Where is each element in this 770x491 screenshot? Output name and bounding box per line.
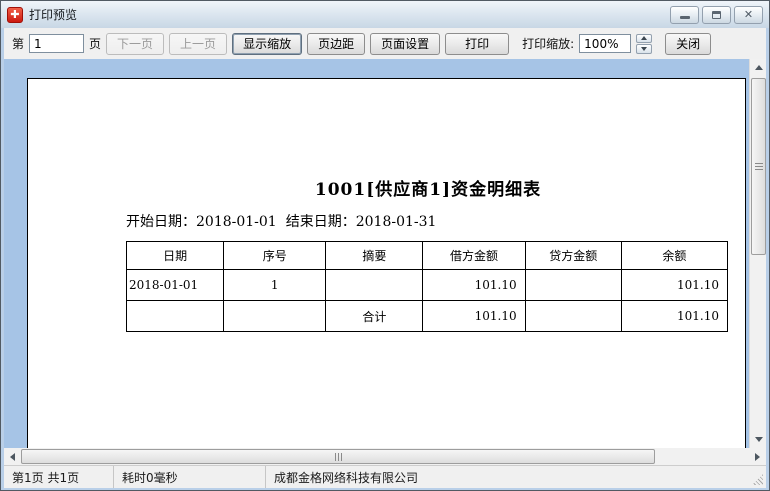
elapsed-status: 耗时0毫秒 xyxy=(114,466,266,488)
close-preview-button[interactable]: 关闭 xyxy=(665,33,711,55)
table-cell xyxy=(127,301,224,332)
prev-page-button[interactable]: 上一页 xyxy=(169,33,227,55)
table-cell xyxy=(525,270,621,301)
report-content: 1001[供应商1]资金明细表 开始日期：2018-01-01结束日期：2018… xyxy=(126,175,730,332)
table-cell xyxy=(326,270,423,301)
scroll-up-icon xyxy=(755,65,763,70)
print-zoom-input[interactable] xyxy=(579,34,631,53)
window-content: 第 页 下一页 上一页 显示缩放 页边距 页面设置 打印 打印缩放: 关闭 10… xyxy=(4,28,766,488)
window-title: 打印预览 xyxy=(29,6,77,23)
scroll-up-button[interactable] xyxy=(750,59,766,76)
table-header-cell: 序号 xyxy=(224,242,326,270)
page-status: 第1页 共1页 xyxy=(4,466,114,488)
spin-up-icon xyxy=(641,36,647,40)
next-page-button[interactable]: 下一页 xyxy=(106,33,164,55)
table-header-cell: 贷方金额 xyxy=(525,242,621,270)
statusbar: 第1页 共1页 耗时0毫秒 成都金格网络科技有限公司 xyxy=(4,465,766,488)
report-table: 日期序号摘要借方金额贷方金额余额 2018-01-011101.10101.10… xyxy=(126,241,728,332)
table-row: 合计101.10101.10 xyxy=(127,301,728,332)
table-header-cell: 借方金额 xyxy=(423,242,525,270)
table-header-cell: 日期 xyxy=(127,242,224,270)
print-zoom-label: 打印缩放: xyxy=(522,35,574,52)
scroll-right-button[interactable] xyxy=(749,448,766,465)
minimize-icon xyxy=(680,16,690,19)
app-logo-icon: ✚ xyxy=(7,7,23,23)
maximize-button[interactable] xyxy=(702,6,731,24)
table-cell: 1 xyxy=(224,270,326,301)
table-cell: 101.10 xyxy=(621,270,727,301)
horizontal-scrollbar[interactable] xyxy=(4,448,766,465)
table-cell: 101.10 xyxy=(621,301,727,332)
scroll-right-icon xyxy=(755,453,760,461)
end-date-label: 结束日期： xyxy=(286,214,356,230)
table-cell xyxy=(525,301,621,332)
spinner-up-button[interactable] xyxy=(636,34,652,44)
close-window-button[interactable]: ✕ xyxy=(734,6,763,24)
maximize-icon xyxy=(712,11,721,19)
report-title: 1001[供应商1]资金明细表 xyxy=(126,175,730,200)
report-table-body: 2018-01-011101.10101.10合计101.10101.10 xyxy=(127,270,728,332)
print-preview-window: ✚ 打印预览 ✕ 第 页 下一页 上一页 显示缩放 页边距 页面设置 打印 打 xyxy=(0,0,770,491)
page-number-input[interactable] xyxy=(29,34,84,53)
margins-button[interactable]: 页边距 xyxy=(307,33,365,55)
show-zoom-button[interactable]: 显示缩放 xyxy=(232,33,302,55)
table-row: 2018-01-011 101.10 101.10 xyxy=(127,270,728,301)
report-page: 1001[供应商1]资金明细表 开始日期：2018-01-01结束日期：2018… xyxy=(27,78,746,448)
page-suffix-label: 页 xyxy=(89,35,101,52)
spin-down-icon xyxy=(641,47,647,51)
print-button[interactable]: 打印 xyxy=(445,33,509,55)
table-header-cell: 摘要 xyxy=(326,242,423,270)
table-cell: 合计 xyxy=(326,301,423,332)
vertical-scrollbar-thumb[interactable] xyxy=(751,78,766,255)
toolbar: 第 页 下一页 上一页 显示缩放 页边距 页面设置 打印 打印缩放: 关闭 xyxy=(4,28,766,59)
table-cell xyxy=(224,301,326,332)
start-date-value: 2018-01-01 xyxy=(196,214,277,230)
close-icon: ✕ xyxy=(744,9,753,20)
table-cell: 101.10 xyxy=(423,301,525,332)
page-setup-button[interactable]: 页面设置 xyxy=(370,33,440,55)
report-table-head-row: 日期序号摘要借方金额贷方金额余额 xyxy=(127,242,728,270)
table-cell: 2018-01-01 xyxy=(127,270,224,301)
scroll-down-button[interactable] xyxy=(750,431,766,448)
start-date-label: 开始日期： xyxy=(126,214,196,230)
vertical-scrollbar[interactable] xyxy=(749,59,766,448)
scroll-down-icon xyxy=(755,437,763,442)
end-date-value: 2018-01-31 xyxy=(356,214,437,230)
page-prefix-label: 第 xyxy=(12,35,24,52)
scroll-left-button[interactable] xyxy=(4,448,21,465)
spinner-down-button[interactable] xyxy=(636,44,652,54)
titlebar: ✚ 打印预览 ✕ xyxy=(1,1,769,28)
scroll-left-icon xyxy=(10,453,15,461)
table-cell: 101.10 xyxy=(423,270,525,301)
preview-area: 1001[供应商1]资金明细表 开始日期：2018-01-01结束日期：2018… xyxy=(4,59,766,448)
horizontal-scrollbar-thumb[interactable] xyxy=(21,449,655,464)
window-controls: ✕ xyxy=(670,6,763,24)
print-zoom-spinner xyxy=(636,34,652,54)
date-range-line: 开始日期：2018-01-01 结束日期：2018-01-31 xyxy=(126,211,730,231)
table-header-cell: 余额 xyxy=(621,242,727,270)
minimize-button[interactable] xyxy=(670,6,699,24)
company-name: 成都金格网络科技有限公司 xyxy=(266,466,766,488)
